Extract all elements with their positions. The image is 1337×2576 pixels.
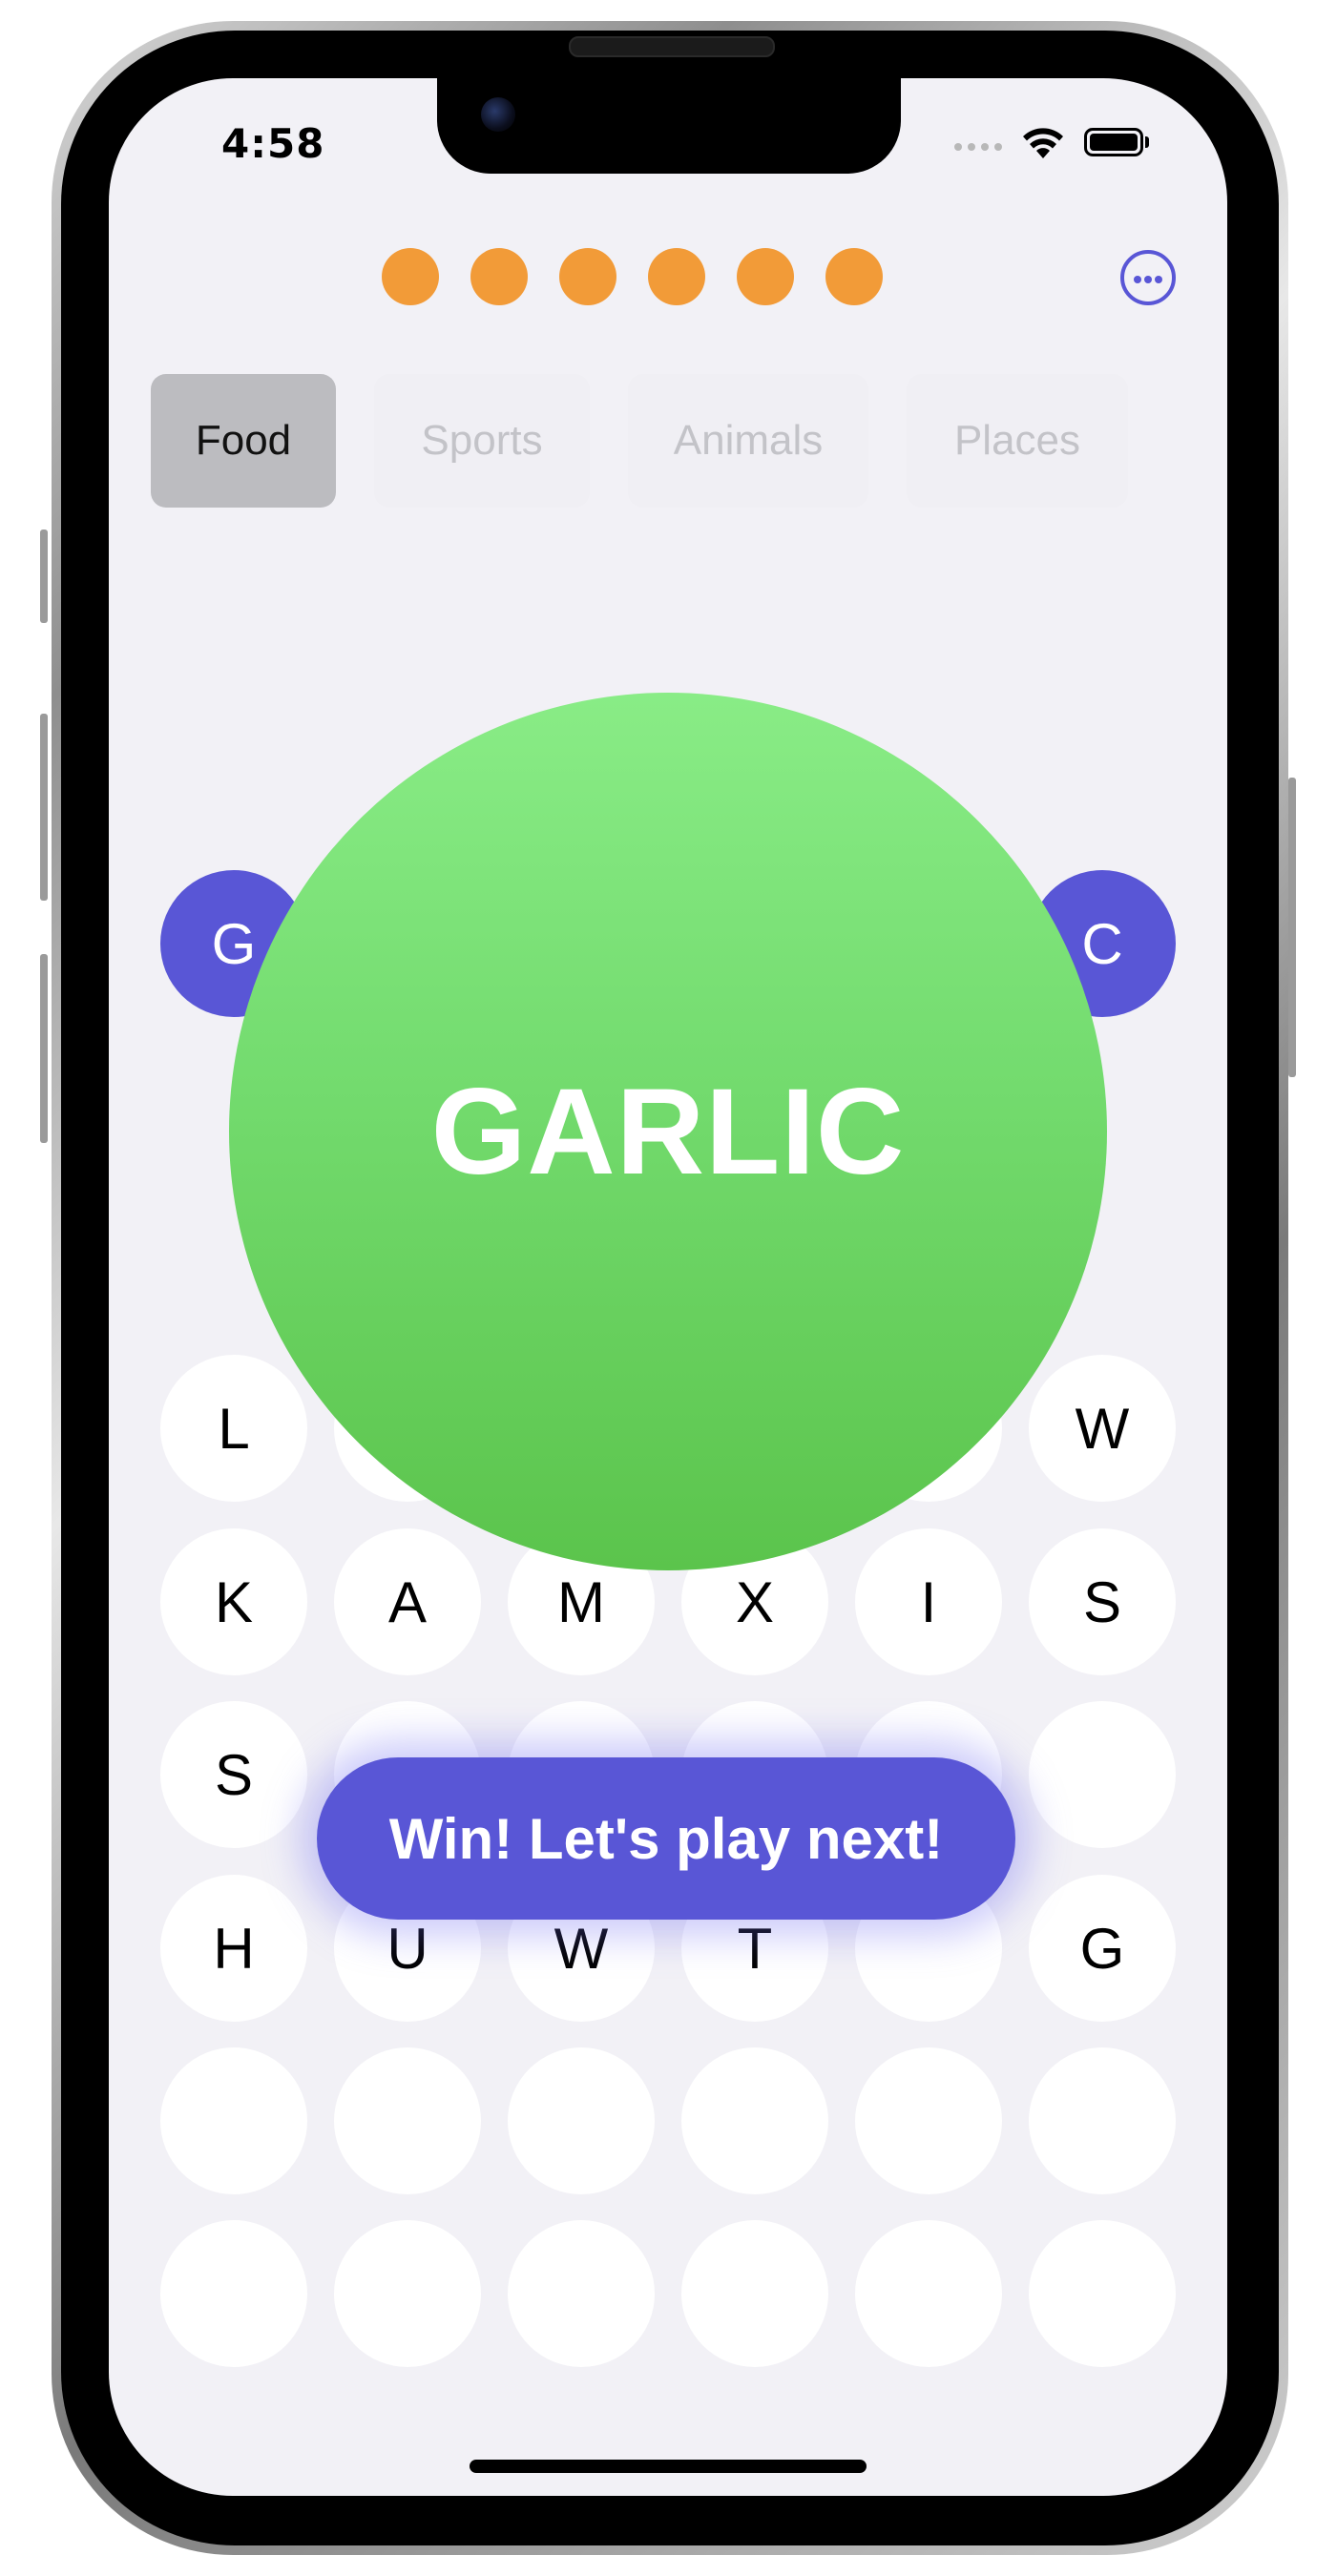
life-dot (737, 248, 794, 305)
category-sports[interactable]: Sports (374, 374, 590, 508)
life-dot (648, 248, 705, 305)
ellipsis-circle-icon (1134, 276, 1141, 283)
play-next-button[interactable]: Win! Let's play next! (317, 1757, 1015, 1920)
battery-nub (1145, 136, 1149, 148)
letter-cell[interactable]: H (160, 1875, 307, 2022)
front-camera (481, 97, 515, 132)
status-time: 4:58 (221, 120, 325, 167)
letter-cell[interactable] (855, 2220, 1002, 2367)
life-dot (559, 248, 616, 305)
home-indicator[interactable] (470, 2460, 867, 2473)
life-dot (382, 248, 439, 305)
letter-cell[interactable] (1029, 2047, 1176, 2194)
more-options-button[interactable] (1120, 250, 1176, 305)
letter-cell[interactable] (508, 2220, 655, 2367)
letter-cell[interactable]: S (1029, 1528, 1176, 1675)
letter-cell[interactable]: I (855, 1528, 1002, 1675)
letter-cell[interactable] (681, 2220, 828, 2367)
answer-word: GARLIC (430, 1063, 906, 1200)
letter-cell[interactable]: K (160, 1528, 307, 1675)
letter-cell[interactable] (334, 2047, 481, 2194)
category-label: Places (953, 417, 1081, 464)
silent-switch (40, 530, 48, 623)
category-label: Food (195, 417, 292, 464)
letter-cell[interactable] (334, 2220, 481, 2367)
volume-down-button (40, 954, 48, 1143)
screen: 4:58 Food Sports Animals Places G C L W (109, 78, 1227, 2496)
category-food[interactable]: Food (151, 374, 336, 508)
letter-cell[interactable]: L (160, 1355, 307, 1502)
letter-cell[interactable] (1029, 2220, 1176, 2367)
battery-icon (1084, 128, 1143, 156)
play-next-label: Win! Let's play next! (388, 1806, 944, 1871)
category-label: Animals (673, 417, 824, 464)
category-animals[interactable]: Animals (628, 374, 868, 508)
letter-cell[interactable]: S (160, 1701, 307, 1848)
letter-cell[interactable]: G (1029, 1875, 1176, 2022)
wifi-icon (1023, 128, 1063, 158)
earpiece-speaker (569, 36, 775, 57)
power-button (1288, 778, 1296, 1077)
letter-cell[interactable]: A (334, 1528, 481, 1675)
cellular-signal-icon (954, 143, 1006, 151)
category-places[interactable]: Places (907, 374, 1128, 508)
life-dot (470, 248, 528, 305)
volume-up-button (40, 714, 48, 901)
letter-cell[interactable] (508, 2047, 655, 2194)
letter-cell[interactable] (1029, 1701, 1176, 1848)
letter-cell[interactable] (160, 2047, 307, 2194)
category-label: Sports (421, 417, 543, 464)
letter-cell[interactable] (160, 2220, 307, 2367)
answer-circle: GARLIC (229, 693, 1107, 1570)
letter-cell[interactable]: W (1029, 1355, 1176, 1502)
life-dot (825, 248, 883, 305)
letter-cell[interactable] (681, 2047, 828, 2194)
letter-cell[interactable] (855, 2047, 1002, 2194)
